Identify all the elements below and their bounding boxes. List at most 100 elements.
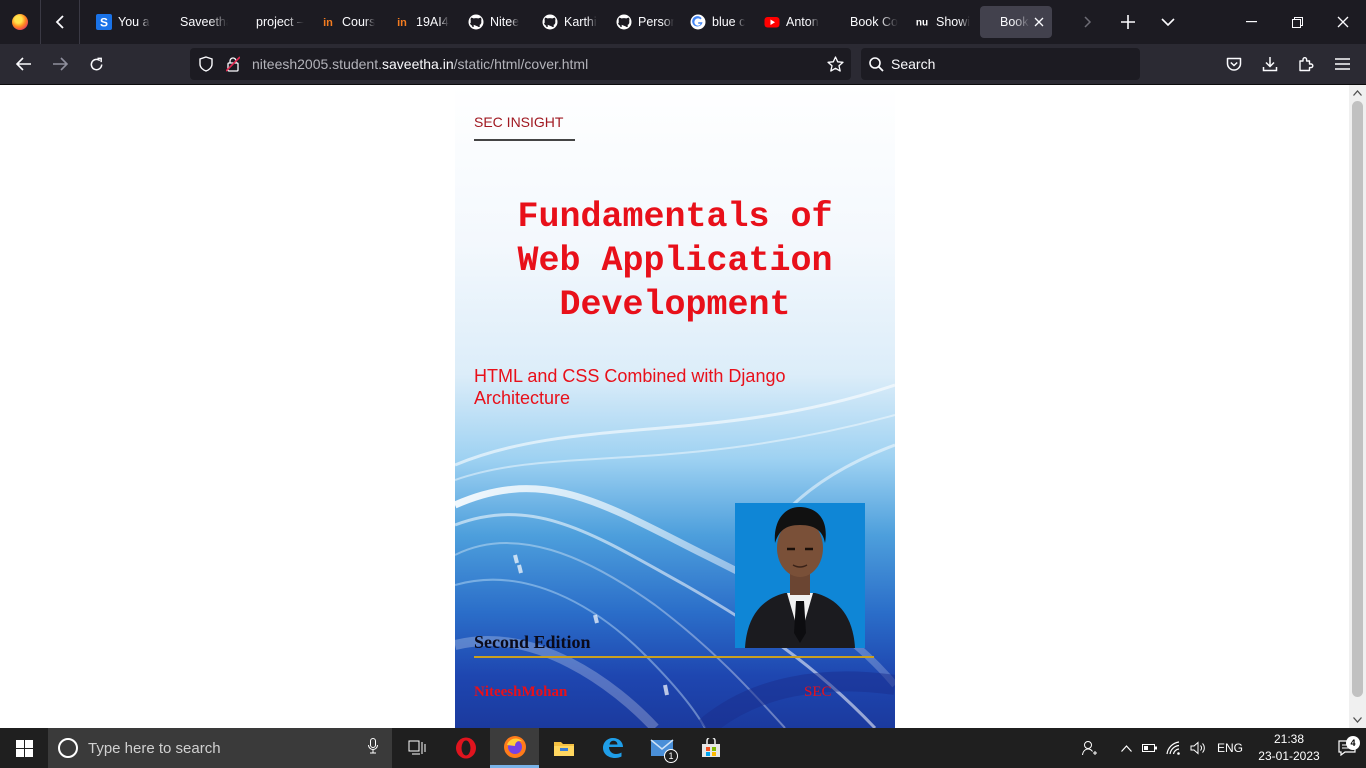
new-tab-button[interactable]	[1108, 0, 1148, 44]
edition-label: Second Edition	[474, 632, 591, 652]
people-icon[interactable]	[1078, 740, 1102, 756]
address-bar[interactable]: niteesh2005.student.saveetha.in/static/h…	[190, 48, 851, 80]
opera-icon[interactable]	[441, 728, 490, 768]
book-subtitle: HTML and CSS Combined with Django Archit…	[474, 366, 786, 408]
svg-text:in: in	[397, 17, 407, 29]
tab[interactable]: Book Cove	[830, 6, 906, 38]
tab-title: Saveetha E	[180, 15, 228, 29]
tab-title: Nitee	[490, 15, 520, 29]
author-name: NiteeshMohan	[474, 684, 568, 700]
search-icon	[869, 56, 891, 72]
search-placeholder: Search	[891, 56, 936, 72]
action-center-icon[interactable]: 4	[1328, 736, 1366, 756]
tab-scroll-left-button[interactable]	[40, 0, 80, 44]
scroll-down-arrow-icon[interactable]	[1349, 712, 1366, 728]
notification-count-badge: 4	[1346, 736, 1360, 750]
insecure-lock-icon[interactable]	[222, 56, 244, 72]
show-hidden-icons-chevron-icon[interactable]	[1114, 744, 1138, 752]
tab[interactable]: in Cours	[312, 6, 386, 38]
hamburger-menu-icon[interactable]	[1324, 48, 1360, 80]
downloads-icon[interactable]	[1252, 48, 1288, 80]
input-language[interactable]: ENG	[1210, 741, 1250, 755]
github-icon	[468, 14, 484, 30]
system-tray: ENG 21:38 23-01-2023 4	[1078, 728, 1366, 768]
github-icon	[542, 14, 558, 30]
mail-badge: 1	[664, 749, 678, 763]
tab[interactable]: Book Cc	[980, 6, 1052, 38]
github-icon	[616, 14, 632, 30]
tab-title: Showi	[936, 15, 971, 29]
tab[interactable]: blue c	[682, 6, 756, 38]
tab[interactable]: nu Showi	[906, 6, 980, 38]
url-text[interactable]: niteesh2005.student.saveetha.in/static/h…	[252, 56, 588, 72]
tab[interactable]: in 19AI4	[386, 6, 460, 38]
edge-icon[interactable]	[588, 728, 637, 768]
url-path: /static/html/cover.html	[453, 56, 589, 72]
search-bar[interactable]: Search	[861, 48, 1140, 80]
tab[interactable]: Anton	[756, 6, 830, 38]
book-title: Fundamentals of Web Application Developm…	[475, 195, 875, 327]
tab-title: Person	[638, 15, 674, 29]
tab-title: Book Cc	[1000, 15, 1030, 29]
wifi-icon[interactable]	[1162, 741, 1186, 755]
brand-underline	[474, 139, 575, 141]
windows-start-icon[interactable]	[0, 728, 48, 768]
s-icon: S	[96, 14, 112, 30]
volume-icon[interactable]	[1186, 741, 1210, 755]
forward-button[interactable]	[42, 48, 78, 80]
google-icon	[690, 14, 706, 30]
taskbar-search-placeholder: Type here to search	[88, 739, 221, 757]
back-button[interactable]	[6, 48, 42, 80]
tab[interactable]: project —	[236, 6, 312, 38]
store-icon[interactable]	[686, 728, 735, 768]
taskbar-search-box[interactable]: Type here to search	[48, 728, 392, 768]
vertical-scrollbar[interactable]	[1349, 85, 1366, 728]
tab-title: project —	[256, 15, 304, 29]
pocket-icon[interactable]	[1216, 48, 1252, 80]
tab-title: Anton	[786, 15, 819, 29]
firefox-menu-icon[interactable]	[0, 0, 40, 44]
tab[interactable]: Karthi	[534, 6, 608, 38]
tab[interactable]: S You a	[88, 6, 160, 38]
scrollbar-thumb[interactable]	[1352, 101, 1363, 697]
restore-button[interactable]	[1274, 0, 1320, 44]
tab-scroll-right-button[interactable]	[1068, 0, 1108, 44]
url-domain: saveetha.in	[382, 56, 454, 72]
title-line: Web Application	[517, 241, 833, 281]
list-all-tabs-button[interactable]	[1148, 0, 1188, 44]
mail-icon[interactable]: 1	[637, 728, 686, 768]
tab-strip: SYou a Saveetha E project — inCoursin19AI4 N…	[0, 0, 1366, 44]
cortana-circle-icon	[58, 738, 78, 758]
nu-icon: nu	[914, 14, 930, 30]
task-view-icon[interactable]	[392, 728, 441, 768]
tab[interactable]: Nitee	[460, 6, 534, 38]
close-tab-icon[interactable]	[1034, 15, 1044, 30]
scroll-up-arrow-icon[interactable]	[1349, 85, 1366, 101]
tab[interactable]: Person	[608, 6, 682, 38]
microphone-icon[interactable]	[368, 738, 378, 758]
in-icon: in	[320, 14, 336, 30]
title-line: Development	[559, 285, 791, 325]
tracking-protection-shield-icon[interactable]	[190, 56, 222, 72]
publisher-name: SEC	[804, 684, 832, 700]
extensions-icon[interactable]	[1288, 48, 1324, 80]
tab-title: blue c	[712, 15, 746, 29]
clock-time: 21:38	[1273, 732, 1305, 746]
page-viewport: SEC INSIGHT Fundamentals of Web Applicat…	[0, 85, 1349, 728]
edition-rule	[474, 656, 874, 658]
reload-button[interactable]	[78, 48, 114, 80]
svg-text:S: S	[100, 16, 108, 30]
minimize-button[interactable]	[1228, 0, 1274, 44]
in-icon: in	[394, 14, 410, 30]
firefox-taskbar-icon[interactable]	[490, 728, 539, 768]
tab[interactable]: Saveetha E	[160, 6, 236, 38]
url-prefix: niteesh2005.student.	[252, 56, 382, 72]
clock[interactable]: 21:38 23-01-2023	[1250, 731, 1328, 765]
battery-icon[interactable]	[1138, 743, 1162, 753]
bookmark-star-icon[interactable]	[819, 56, 851, 72]
title-line: Fundamentals of	[517, 197, 833, 237]
tab-title: Karthi	[564, 15, 597, 29]
book-cover: SEC INSIGHT Fundamentals of Web Applicat…	[455, 85, 895, 728]
close-window-button[interactable]	[1320, 0, 1366, 44]
file-explorer-icon[interactable]	[539, 728, 588, 768]
